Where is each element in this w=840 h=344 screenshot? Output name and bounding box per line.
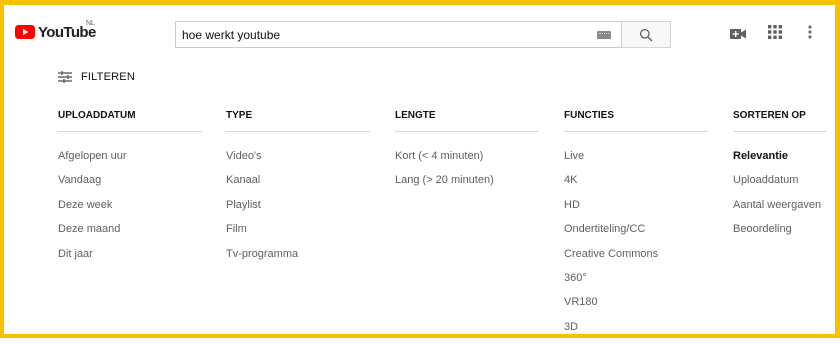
filter-option[interactable]: Deze maand [58,222,202,246]
keyboard-icon[interactable] [597,31,611,39]
sort-option[interactable]: Beoordeling [733,222,827,246]
filter-option[interactable]: Deze week [58,198,202,222]
filter-option[interactable]: 360° [564,271,708,295]
filter-option[interactable]: Vandaag [58,173,202,197]
filter-option[interactable]: Ondertiteling/CC [564,222,708,246]
search-button[interactable] [621,21,671,48]
filter-column-header: FUNCTIES [564,110,614,121]
sort-option[interactable]: Aantal weergaven [733,198,827,222]
filter-option[interactable]: Kort (< 4 minuten) [395,149,539,173]
filter-option[interactable]: Lang (> 20 minuten) [395,173,539,197]
divider [564,131,708,132]
filter-toggle-button[interactable]: FILTEREN [58,71,135,83]
sort-option[interactable]: Uploaddatum [733,173,827,197]
filter-option[interactable]: 4K [564,173,708,197]
more-vert-icon [808,25,812,39]
filter-option[interactable]: Film [226,222,370,246]
sort-option-selected[interactable]: Relevantie [733,149,827,173]
filter-toggle-label: FILTEREN [81,71,135,83]
filter-option[interactable]: Kanaal [226,173,370,197]
filter-column-lengte: LENGTE Kort (< 4 minuten) Lang (> 20 min… [395,108,539,198]
filter-option[interactable]: Dit jaar [58,247,202,271]
youtube-play-icon [15,25,35,39]
filter-option[interactable]: Video's [226,149,370,173]
search-input[interactable]: hoe werkt youtube [175,21,621,48]
filter-column-sorteren-op: SORTEREN OP Relevantie Uploaddatum Aanta… [733,108,827,247]
filter-column-type: TYPE Video's Kanaal Playlist Film Tv-pro… [226,108,370,271]
filter-column-header: TYPE [226,110,253,121]
search-bar: hoe werkt youtube [175,21,671,48]
filter-option[interactable]: 3D [564,320,708,344]
filter-column-header: SORTEREN OP [733,110,806,121]
filter-option[interactable]: Live [564,149,708,173]
filter-option[interactable]: Playlist [226,198,370,222]
video-camera-icon [730,29,746,39]
create-video-button[interactable] [730,27,746,45]
filter-option[interactable]: Tv-programma [226,247,370,271]
divider [733,131,827,132]
divider [226,131,370,132]
divider [395,131,539,132]
filter-column-functies: FUNCTIES Live 4K HD Ondertiteling/CC Cre… [564,108,708,344]
apps-grid-icon [768,25,782,39]
divider [58,131,202,132]
filter-option[interactable]: Creative Commons [564,247,708,271]
filter-sliders-icon [58,71,72,83]
filter-column-header: LENGTE [395,110,436,121]
masthead: YouTube NL hoe werkt youtube [4,5,835,54]
youtube-logo[interactable]: YouTube [15,23,96,41]
more-options-button[interactable] [808,25,812,44]
filter-option[interactable]: VR180 [564,295,708,319]
apps-button[interactable] [768,25,782,44]
filter-column-uploaddatum: UPLOADDATUM Afgelopen uur Vandaag Deze w… [58,108,202,271]
filter-column-header: UPLOADDATUM [58,110,136,121]
filter-option[interactable]: HD [564,198,708,222]
country-code: NL [86,20,95,27]
search-query: hoe werkt youtube [182,27,281,42]
search-icon [639,28,653,41]
filter-option[interactable]: Afgelopen uur [58,149,202,173]
